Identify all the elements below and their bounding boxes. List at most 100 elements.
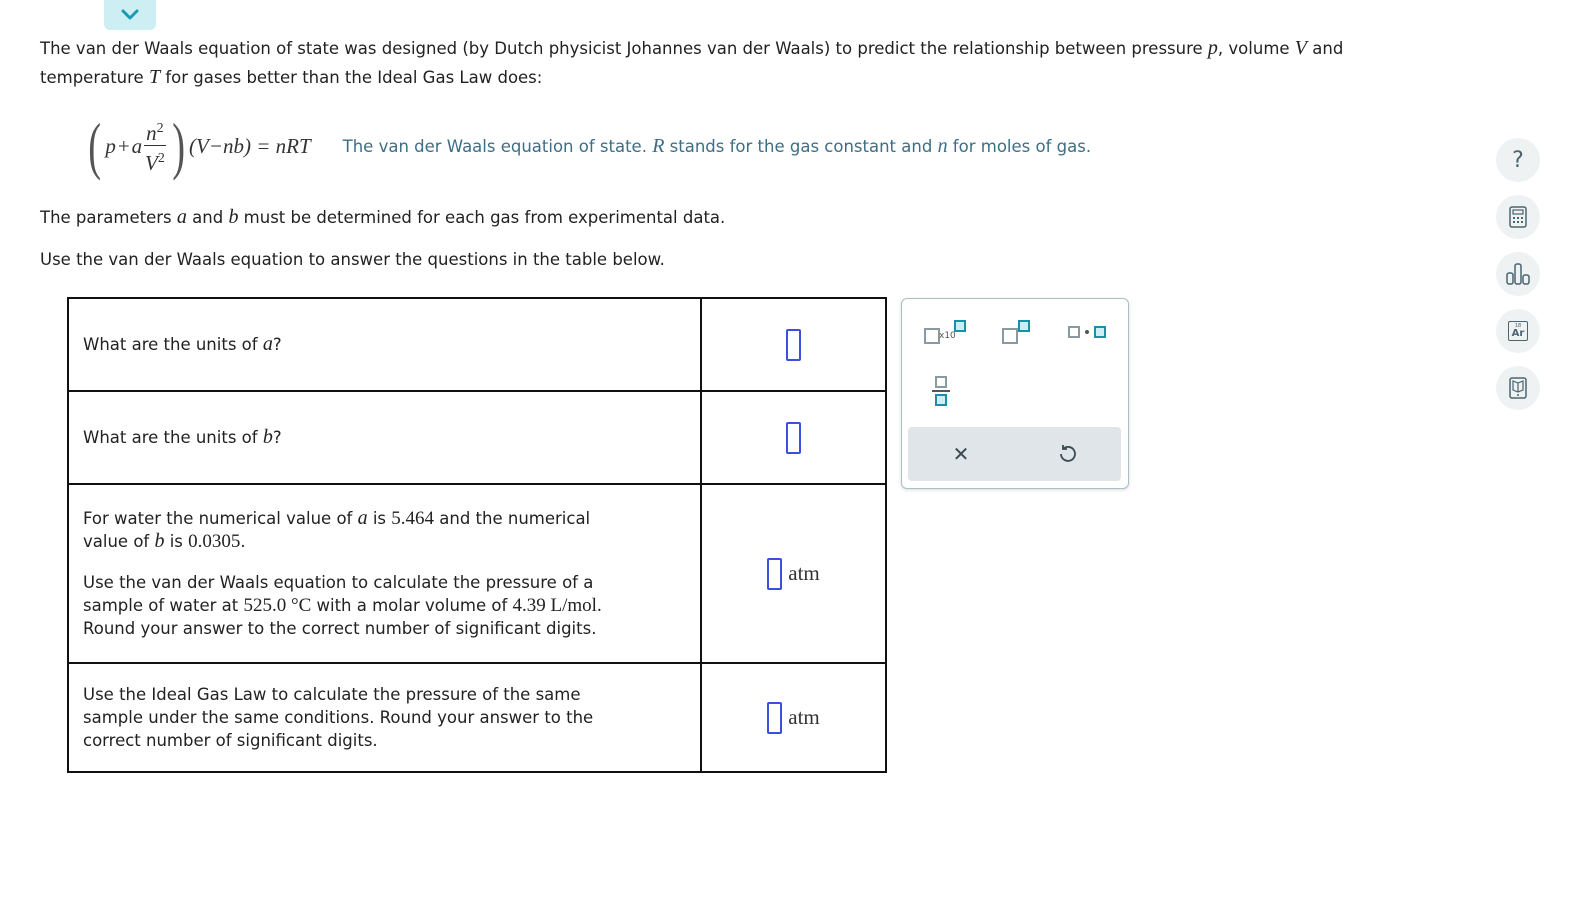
undo-icon	[1060, 445, 1076, 462]
periodic-table-button[interactable]: 18 Ar	[1496, 309, 1540, 353]
clear-button[interactable]: ✕	[944, 437, 978, 471]
question-cell: What are the units of a?	[67, 297, 702, 392]
var-a: a	[357, 507, 368, 529]
question-cell: What are the units of b?	[67, 390, 702, 485]
intro-text: , volume	[1217, 39, 1295, 58]
answer-cell	[700, 390, 887, 485]
eq-den-exp: 2	[157, 150, 165, 166]
eq-plus: +	[117, 133, 130, 158]
right-paren: )	[171, 110, 185, 181]
eq-fraction: n2 V2	[144, 117, 166, 176]
vdw-pressure-input[interactable]	[767, 557, 783, 590]
caption-text: for moles of gas.	[947, 136, 1092, 156]
multiply-dot-icon	[1068, 326, 1106, 338]
temperature-value: 525.0 °C	[243, 595, 312, 616]
caption-n: n	[937, 134, 948, 157]
question-text: Round your answer to the correct number …	[83, 619, 597, 638]
answer-cell: atm	[700, 483, 887, 664]
var-T: T	[148, 66, 161, 88]
question-mark-icon: ?	[1512, 147, 1524, 173]
equation-caption: The van der Waals equation of state. R s…	[343, 135, 1091, 158]
caption-R: R	[652, 134, 665, 157]
periodic-table-icon: 18 Ar	[1508, 321, 1528, 341]
params-text: must be determined for each gas from exp…	[238, 208, 726, 227]
reference-book-button[interactable]	[1496, 366, 1540, 410]
unit-label: atm	[788, 705, 820, 729]
var-b: b	[228, 206, 239, 228]
book-icon	[1509, 377, 1527, 399]
help-button[interactable]: ?	[1496, 138, 1540, 182]
x10-notation-button[interactable]: x10	[918, 317, 966, 347]
question-text: sample of water at	[83, 596, 244, 615]
molar-volume-value: 4.39 L/mol.	[512, 595, 602, 616]
params-text: The parameters	[40, 208, 177, 227]
var-b: b	[154, 530, 165, 552]
var-b: b	[262, 426, 273, 448]
question-text: and the numerical	[434, 509, 591, 528]
palette-footer: ✕	[908, 427, 1121, 481]
eq-num: n	[146, 120, 157, 145]
intro-paragraph: The van der Waals equation of state was …	[40, 34, 1343, 92]
calculator-button[interactable]	[1496, 195, 1540, 239]
units-a-input[interactable]	[786, 328, 801, 361]
question-cell: For water the numerical value of a is 5.…	[67, 483, 702, 664]
a-value: 5.464	[391, 508, 435, 529]
question-text: For water the numerical value of	[83, 509, 358, 528]
var-a: a	[262, 333, 273, 355]
question-text: ?	[272, 335, 282, 354]
bar-chart-icon	[1506, 263, 1530, 285]
van-der-waals-equation: ( p + a n2 V2 ) (V−nb) = nRT	[84, 110, 311, 181]
side-toolbar: ? 18 Ar	[1496, 138, 1540, 423]
question-text: What are the units of	[83, 428, 263, 447]
instructions: Use the van der Waals equation to answer…	[40, 250, 665, 269]
math-palette: x10 ✕	[901, 298, 1129, 489]
undo-button[interactable]	[1050, 437, 1084, 471]
question-text: is	[367, 509, 392, 528]
fraction-icon	[932, 376, 950, 406]
chevron-down-icon	[121, 9, 139, 20]
question-text: is	[164, 532, 189, 551]
var-p: p	[1207, 37, 1218, 59]
superscript-button[interactable]	[994, 317, 1034, 347]
question-text: What are the units of	[83, 335, 263, 354]
superscript-icon	[998, 318, 1030, 346]
var-V: V	[1294, 37, 1308, 59]
fraction-button[interactable]	[926, 371, 956, 411]
ideal-pressure-input[interactable]	[767, 701, 783, 734]
question-text: value of	[83, 532, 155, 551]
intro-text: The van der Waals equation of state was …	[40, 39, 1208, 58]
eq-p: p	[105, 133, 116, 158]
unit-label: atm	[788, 561, 820, 585]
question-text: Use the van der Waals equation to calcul…	[83, 573, 594, 592]
params-text: and	[186, 208, 229, 227]
table-row: For water the numerical value of a is 5.…	[67, 483, 887, 664]
close-icon: ✕	[952, 442, 970, 466]
table-row: Use the Ideal Gas Law to calculate the p…	[67, 662, 887, 773]
question-text: Use the Ideal Gas Law to calculate the p…	[83, 685, 581, 704]
intro-text: and	[1307, 39, 1344, 58]
answer-cell: atm	[700, 662, 887, 773]
eq-num-exp: 2	[156, 120, 164, 136]
answer-cell	[700, 297, 887, 392]
parameters-paragraph: The parameters a and b must be determine…	[40, 203, 725, 232]
multiplication-dot-button[interactable]	[1062, 317, 1112, 347]
equation-row: ( p + a n2 V2 ) (V−nb) = nRT The van der…	[84, 106, 1091, 186]
table-row: What are the units of b?	[67, 390, 887, 485]
units-b-input[interactable]	[786, 421, 801, 454]
question-text: ?	[272, 428, 282, 447]
b-value: 0.0305	[188, 531, 241, 552]
left-paren: (	[88, 110, 102, 181]
calculator-icon	[1509, 206, 1527, 228]
question-text: .	[240, 532, 246, 551]
eq-rhs: (V−nb) = nRT	[188, 133, 311, 158]
question-text: correct number of significant digits.	[83, 731, 378, 750]
question-table: What are the units of a? What are the un…	[67, 297, 887, 773]
eq-den: V	[144, 150, 158, 175]
data-chart-button[interactable]	[1496, 252, 1540, 296]
question-text: sample under the same conditions. Round …	[83, 708, 594, 727]
collapse-button[interactable]	[104, 0, 156, 30]
var-a: a	[176, 206, 187, 228]
caption-text: stands for the gas constant and	[664, 136, 938, 156]
intro-text: temperature	[40, 68, 149, 87]
x10-icon: x10	[922, 318, 966, 346]
